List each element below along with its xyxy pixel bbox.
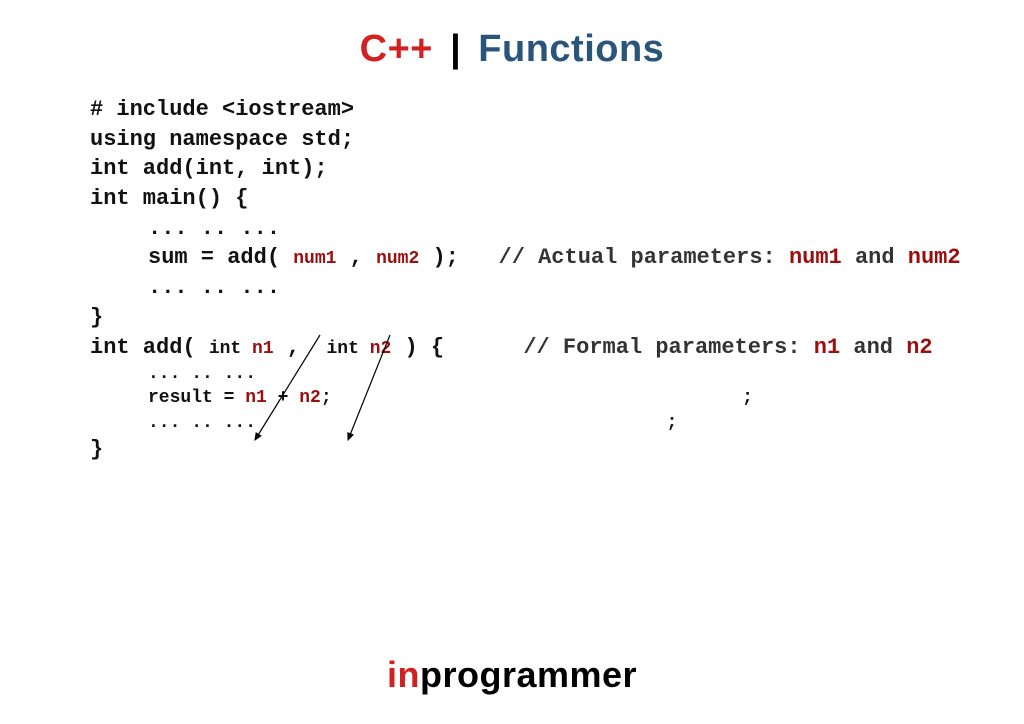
page-title: C++ | Functions: [0, 0, 1024, 71]
code-line-16: }: [90, 435, 950, 465]
code-line-7: ... .. ...: [148, 214, 950, 244]
title-cpp: C++: [360, 28, 433, 70]
l8-num1: num1: [293, 249, 336, 269]
l8-c-and: and: [842, 245, 908, 270]
l8-post: );: [419, 245, 498, 270]
l15-dots: ... .. ...: [148, 413, 256, 433]
footer-in: in: [387, 654, 420, 695]
l12-comment-pre: // Formal parameters:: [523, 335, 813, 360]
l12-c-n1: n1: [814, 335, 840, 360]
l12-c-n2: n2: [906, 335, 932, 360]
title-pipe: |: [450, 28, 461, 70]
code-line-9: ... .. ...: [148, 273, 950, 303]
l12-pre: int add(: [90, 335, 209, 360]
l8-num2: num2: [376, 249, 419, 269]
code-line-1: # include <iostream>: [90, 95, 950, 125]
l8-comma: ,: [336, 245, 376, 270]
footer-brand: inprogrammer: [0, 654, 1024, 696]
l12-c-and: and: [840, 335, 906, 360]
l14-n2: n2: [299, 388, 321, 408]
l14-plus: +: [267, 388, 299, 408]
l12-int2: int: [326, 339, 369, 359]
l8-c-num2: num2: [908, 245, 961, 270]
code-line-12: int add( int n1 , int n2 ) { // Formal p…: [90, 333, 950, 363]
code-line-2: using namespace std;: [90, 125, 950, 155]
l14-semi-right: ;: [332, 388, 753, 408]
l14-post: ;: [321, 388, 332, 408]
l14-pre: result =: [148, 388, 245, 408]
l12-comma: ,: [274, 335, 327, 360]
code-line-13: ... .. ...: [148, 362, 950, 386]
code-line-14: result = n1 + n2; ;: [148, 386, 950, 410]
l8-pre: sum = add(: [148, 245, 293, 270]
l12-spacer: [444, 335, 523, 360]
l12-int1: int: [209, 339, 252, 359]
title-functions: Functions: [478, 28, 664, 70]
code-line-10: }: [90, 303, 950, 333]
code-block: # include <iostream> using namespace std…: [90, 95, 950, 465]
code-line-15: ... .. ... ;: [148, 411, 950, 435]
code-line-4: int add(int, int);: [90, 154, 950, 184]
l12-n2: n2: [370, 339, 392, 359]
l15-semi-right: ;: [256, 413, 677, 433]
l8-c-num1: num1: [789, 245, 842, 270]
code-line-8: sum = add( num1 , num2 ); // Actual para…: [148, 243, 950, 273]
code-line-6: int main() {: [90, 184, 950, 214]
l12-post: ) {: [391, 335, 444, 360]
footer-programmer: programmer: [420, 654, 637, 695]
l12-n1: n1: [252, 339, 274, 359]
l14-n1: n1: [245, 388, 267, 408]
l8-comment-pre: // Actual parameters:: [499, 245, 789, 270]
